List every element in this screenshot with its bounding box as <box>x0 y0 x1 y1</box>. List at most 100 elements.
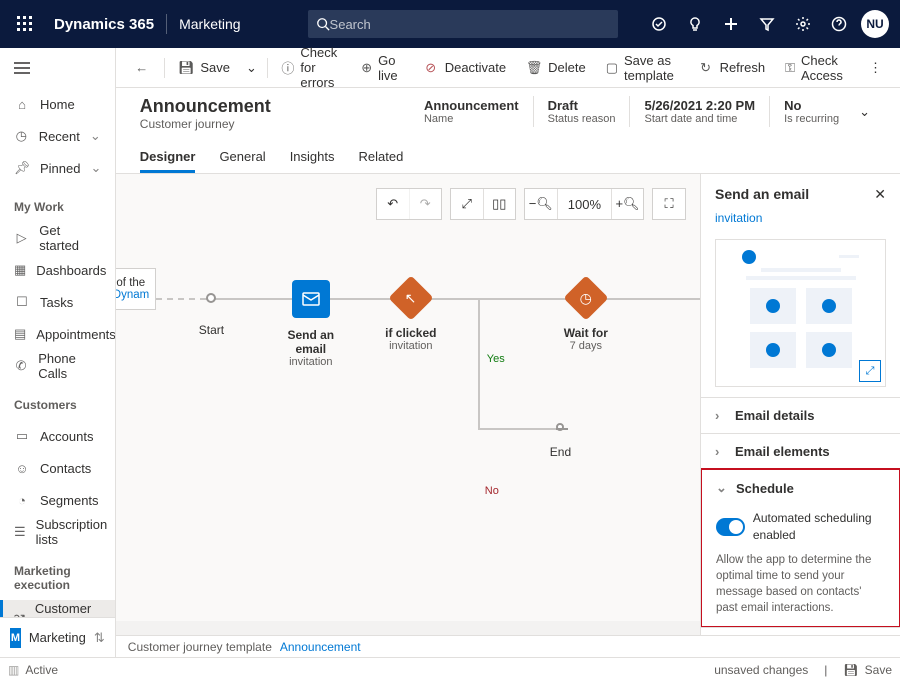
check-access-button[interactable]: ⚿Check Access <box>777 53 857 83</box>
fullscreen-button[interactable]: ⤢ <box>451 189 483 219</box>
section-email-details-toggle[interactable]: ›Email details <box>701 398 900 433</box>
nav-home[interactable]: ⌂Home <box>0 88 115 120</box>
waffle-icon[interactable] <box>8 0 42 48</box>
undo-button[interactable]: ↶ <box>377 189 409 219</box>
refresh-button[interactable]: ↻Refresh <box>690 53 774 83</box>
go-live-button[interactable]: ⊕Go live <box>353 53 411 83</box>
nav-group-customers: Customers <box>0 382 115 420</box>
header-expand[interactable]: ⌄ <box>853 96 876 128</box>
chevron-down-icon: ⌄ <box>90 128 101 144</box>
nav-subscription-lists[interactable]: ☰Subscription lists <box>0 516 115 548</box>
nav-accounts[interactable]: ▭Accounts <box>0 420 115 452</box>
save-button[interactable]: 💾︎Save <box>170 53 238 83</box>
user-avatar[interactable]: NU <box>858 0 892 48</box>
journey-canvas[interactable]: ↶↷ ⤢▯▯ −🔍︎100%+🔍︎ ⛶ of theDynam St <box>116 174 700 635</box>
home-icon: ⌂ <box>14 96 30 112</box>
template-bar: Customer journey template Announcement <box>116 635 900 657</box>
delete-button[interactable]: 🗑︎Delete <box>518 53 594 83</box>
section-email-details: ›Email details <box>701 397 900 433</box>
horizontal-scrollbar[interactable] <box>116 621 700 635</box>
record-header: Announcement Customer journey Announceme… <box>116 88 900 174</box>
auto-schedule-toggle[interactable] <box>716 518 745 536</box>
section-expiration-toggle[interactable]: ›Expiration <box>701 628 900 635</box>
nav-pinned[interactable]: 📌︎Pinned⌄ <box>0 152 115 184</box>
clock-icon: ◷ <box>580 290 592 307</box>
condition-node[interactable]: ↖ if clicked invitation <box>376 282 446 352</box>
tab-designer[interactable]: Designer <box>140 143 196 173</box>
save-template-button[interactable]: ▢Save as template <box>598 53 686 83</box>
redo-button[interactable]: ↷ <box>409 189 441 219</box>
area-switcher[interactable]: M Marketing ⇅ <box>0 617 115 657</box>
fit-button[interactable]: ⛶ <box>653 189 685 219</box>
zoom-in-button[interactable]: +🔍︎ <box>611 189 643 219</box>
nav-phone-calls[interactable]: ✆Phone Calls <box>0 350 115 382</box>
tab-insights[interactable]: Insights <box>290 143 335 173</box>
save-menu[interactable]: ⌄ <box>242 53 261 83</box>
panel-title: Send an email <box>715 186 809 203</box>
status-state: Active <box>25 663 58 677</box>
more-icon: ⋮ <box>869 60 882 76</box>
back-icon: ← <box>134 60 150 76</box>
section-schedule-toggle[interactable]: ⌄Schedule <box>702 470 899 506</box>
task-icon: ☐ <box>14 294 30 310</box>
yes-branch-label: Yes <box>487 353 505 365</box>
designer-area: ↶↷ ⤢▯▯ −🔍︎100%+🔍︎ ⛶ of theDynam St <box>116 174 900 635</box>
assistant-icon[interactable] <box>642 0 676 48</box>
tab-related[interactable]: Related <box>359 143 404 173</box>
nav-dashboards[interactable]: ▦Dashboards <box>0 254 115 286</box>
expand-preview-button[interactable]: ⤢ <box>859 360 881 382</box>
wait-node[interactable]: ◷ Wait for 7 days <box>551 282 621 352</box>
properties-panel: Send an email ✕ invitation ⤢ ›Email deta… <box>700 174 900 635</box>
calendar-icon: ▤ <box>14 326 26 342</box>
email-preview: ⤢ <box>715 239 886 387</box>
refresh-icon: ↻ <box>698 60 714 76</box>
help-icon[interactable] <box>822 0 856 48</box>
app-name[interactable]: Marketing <box>167 16 252 32</box>
template-icon: ▢ <box>606 60 618 76</box>
back-button[interactable]: ← <box>126 53 158 83</box>
status-bar: ▥ Active unsaved changes | 💾︎ Save <box>0 657 900 681</box>
email-node[interactable]: Send an email invitation <box>271 280 351 368</box>
area-badge: M <box>10 628 21 648</box>
building-icon: ▭ <box>14 428 30 444</box>
unsaved-indicator: unsaved changes <box>714 663 808 677</box>
audience-node[interactable]: of theDynam <box>116 268 156 310</box>
deactivate-icon: ⊘ <box>423 60 439 76</box>
nav-group-mywork: My Work <box>0 184 115 222</box>
computed-icon: ▥ <box>8 663 19 677</box>
minimap-button[interactable]: ▯▯ <box>483 189 515 219</box>
nav-appointments[interactable]: ▤Appointments <box>0 318 115 350</box>
search-input[interactable] <box>330 17 610 32</box>
section-email-elements: ›Email elements <box>701 433 900 469</box>
check-errors-button[interactable]: ⓘCheck for errors <box>273 53 349 83</box>
end-node[interactable]: End <box>550 423 570 459</box>
lightbulb-icon[interactable] <box>678 0 712 48</box>
nav-segments[interactable]: ◔Segments <box>0 484 115 516</box>
global-header: Dynamics 365 Marketing NU <box>0 0 900 48</box>
add-icon[interactable] <box>714 0 748 48</box>
panel-entity-link[interactable]: invitation <box>701 211 900 233</box>
close-panel-button[interactable]: ✕ <box>874 186 886 203</box>
nav-recent[interactable]: ◷Recent⌄ <box>0 120 115 152</box>
settings-icon[interactable] <box>786 0 820 48</box>
start-node[interactable]: Start <box>199 293 224 337</box>
filter-icon[interactable] <box>750 0 784 48</box>
section-email-elements-toggle[interactable]: ›Email elements <box>701 434 900 469</box>
canvas-toolbar: ↶↷ ⤢▯▯ −🔍︎100%+🔍︎ ⛶ <box>376 188 686 220</box>
section-schedule: ⌄Schedule Automated scheduling enabled A… <box>700 468 900 628</box>
template-link[interactable]: Announcement <box>280 640 361 654</box>
chevron-down-icon: ⌄ <box>716 480 728 496</box>
nav-get-started[interactable]: ▷Get started <box>0 222 115 254</box>
nav-toggle[interactable] <box>0 48 115 88</box>
nav-contacts[interactable]: ☺Contacts <box>0 452 115 484</box>
command-bar: ← 💾︎Save ⌄ ⓘCheck for errors ⊕Go live ⊘D… <box>116 48 900 88</box>
deactivate-button[interactable]: ⊘Deactivate <box>415 53 514 83</box>
zoom-out-button[interactable]: −🔍︎ <box>525 189 557 219</box>
zoom-level[interactable]: 100% <box>557 189 611 219</box>
footer-save-button[interactable]: Save <box>865 663 892 677</box>
global-search[interactable] <box>308 10 618 38</box>
nav-tasks[interactable]: ☐Tasks <box>0 286 115 318</box>
tab-general[interactable]: General <box>219 143 265 173</box>
overflow-button[interactable]: ⋮ <box>861 53 890 83</box>
search-icon <box>316 17 330 31</box>
